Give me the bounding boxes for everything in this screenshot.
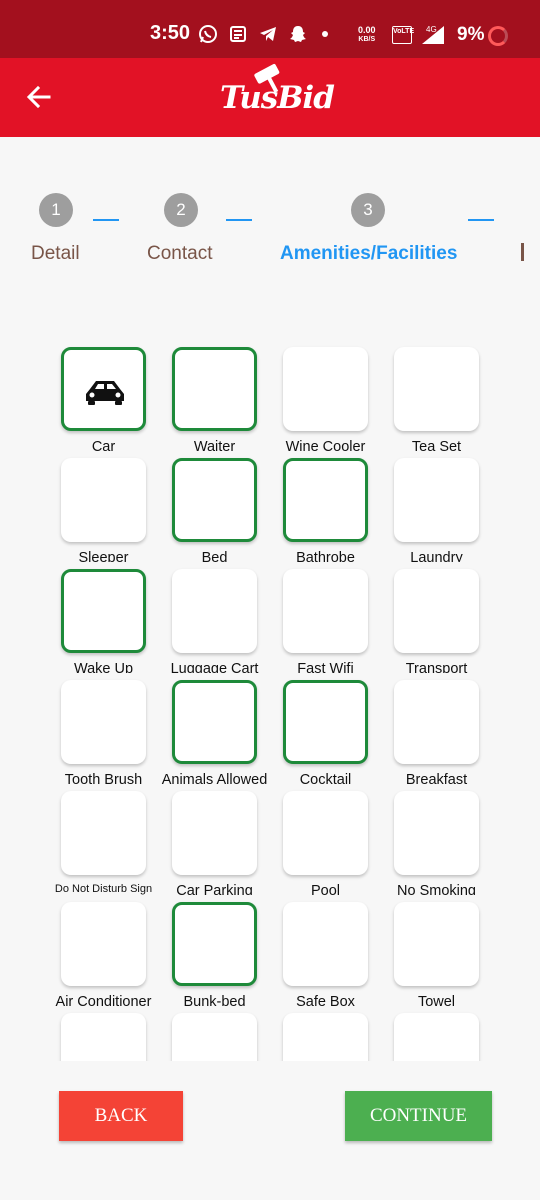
snapchat-icon <box>290 26 306 42</box>
amenity-tile-laundry-machine[interactable] <box>394 458 479 542</box>
back-button[interactable]: BACK <box>59 1091 183 1141</box>
amenity-tile-animals-allowed[interactable] <box>172 680 257 764</box>
amenity-label-tooth-brush: Tooth Brush <box>64 772 143 784</box>
amenity-tile-wake-up[interactable] <box>61 569 146 653</box>
amenity-tile-waiter[interactable] <box>172 347 257 431</box>
amenity-tile-empty[interactable] <box>172 1013 257 1061</box>
amenity-label-transport: Transport <box>405 661 468 673</box>
whatsapp-icon <box>199 25 217 43</box>
step-detail-label[interactable]: Detail <box>31 243 80 265</box>
amenity-label-animals-allowed: Animals Allowed <box>161 772 268 784</box>
amenity-tile-bathrobe[interactable] <box>283 458 368 542</box>
amenity-label-car-parking: Car Parking <box>176 883 253 895</box>
amenity-tile-tea-set[interactable] <box>394 347 479 431</box>
step-2-circle[interactable]: 2 <box>164 193 198 227</box>
amenity-tile-sleeper[interactable] <box>61 458 146 542</box>
amenity-label-pool: Pool <box>310 883 341 895</box>
step-3-circle[interactable]: 3 <box>351 193 385 227</box>
signal-icon: 4G <box>422 25 444 44</box>
amenity-tile-air-conditioner[interactable] <box>61 902 146 986</box>
amenity-tile-empty[interactable] <box>394 1013 479 1061</box>
news-icon <box>230 26 246 42</box>
amenity-tile-wine-cooler[interactable] <box>283 347 368 431</box>
amenity-label-bunk-bed: Bunk-bed <box>183 994 246 1006</box>
back-arrow-icon[interactable] <box>24 82 54 112</box>
amenity-tile-bunk-bed[interactable] <box>172 902 257 986</box>
step-1-circle[interactable]: 1 <box>39 193 73 227</box>
volte-badge: VoLTE <box>392 26 414 44</box>
amenity-tile-empty[interactable] <box>61 1013 146 1061</box>
amenity-label-waiter: Waiter <box>193 439 236 451</box>
amenity-label-towel: Towel <box>417 994 456 1006</box>
amenity-label-laundry-machine: Laundry Machine <box>410 550 463 562</box>
amenity-tile-car[interactable] <box>61 347 146 431</box>
amenity-tile-car-parking[interactable] <box>172 791 257 875</box>
amenity-label-wine-cooler: Wine Cooler <box>285 439 366 451</box>
amenity-label-car: Car <box>91 439 116 451</box>
amenity-tile-towel[interactable] <box>394 902 479 986</box>
amenity-label-bed: Bed <box>201 550 228 562</box>
amenity-tile-pool[interactable] <box>283 791 368 875</box>
step-connector <box>226 219 252 221</box>
network-speed-value: 0.00 <box>358 25 376 35</box>
step-connector <box>93 219 119 221</box>
battery-ring-icon <box>488 26 508 46</box>
amenity-tile-cocktail[interactable] <box>283 680 368 764</box>
amenity-tile-tooth-brush[interactable] <box>61 680 146 764</box>
amenity-label-air-conditioner: Air Conditioner <box>55 994 152 1006</box>
amenity-label-wake-up: Wake Up <box>73 661 134 673</box>
amenity-label-no-smoking: No Smoking <box>397 883 476 895</box>
telegram-icon <box>260 27 276 41</box>
amenity-tile-breakfast[interactable] <box>394 680 479 764</box>
battery-percent: 9% <box>457 24 485 45</box>
step-connector <box>468 219 494 221</box>
next-step-label-partial <box>521 243 524 261</box>
amenity-tile-fast-wifi[interactable] <box>283 569 368 653</box>
amenity-tile-transport[interactable] <box>394 569 479 653</box>
amenity-label-cocktail: Cocktail <box>299 772 352 784</box>
network-speed: 0.00 KB/S <box>358 26 376 44</box>
amenity-tile-safe-box[interactable] <box>283 902 368 986</box>
amenity-label-fast-wifi: Fast Wifi <box>297 661 354 673</box>
more-notifications-dot <box>322 31 328 37</box>
amenity-tile-luggage-cart[interactable] <box>172 569 257 653</box>
status-time: 3:50 <box>150 22 191 44</box>
amenity-tile-empty[interactable] <box>283 1013 368 1061</box>
amenity-label-do-not-disturb-sign: Do Not Disturb Sign <box>54 883 153 895</box>
amenity-tile-bed[interactable] <box>172 458 257 542</box>
status-bar: 3:50 0.00 KB/S VoLTE 4G 9% <box>0 0 540 58</box>
amenity-tile-do-not-disturb-sign[interactable] <box>61 791 146 875</box>
amenity-tile-no-smoking[interactable] <box>394 791 479 875</box>
amenity-label-sleeper: Sleeper <box>78 550 129 562</box>
amenity-label-tea-set: Tea Set <box>411 439 462 451</box>
network-type: 4G <box>426 25 437 34</box>
progress-stepper: 1 2 3 Detail Contact Amenities/Facilitie… <box>0 190 540 270</box>
app-logo: TusBid <box>220 80 335 116</box>
step-contact-label[interactable]: Contact <box>147 243 212 265</box>
amenity-label-breakfast: Breakfast <box>405 772 468 784</box>
continue-button[interactable]: CONTINUE <box>345 1091 492 1141</box>
amenities-grid[interactable]: Car Waiter Wine Cooler Tea Set Sleeper Bed Bat… <box>0 340 540 1061</box>
amenity-label-luggage-cart: Luggage Cart <box>170 661 259 673</box>
step-amenities-label[interactable]: Amenities/Facilities <box>280 243 457 265</box>
car-icon <box>86 381 124 405</box>
amenity-label-safe-box: Safe Box <box>296 994 355 1006</box>
notification-icons <box>198 24 328 44</box>
amenity-label-bathrobe: Bathrobe <box>296 550 355 562</box>
network-speed-unit: KB/S <box>358 36 376 43</box>
